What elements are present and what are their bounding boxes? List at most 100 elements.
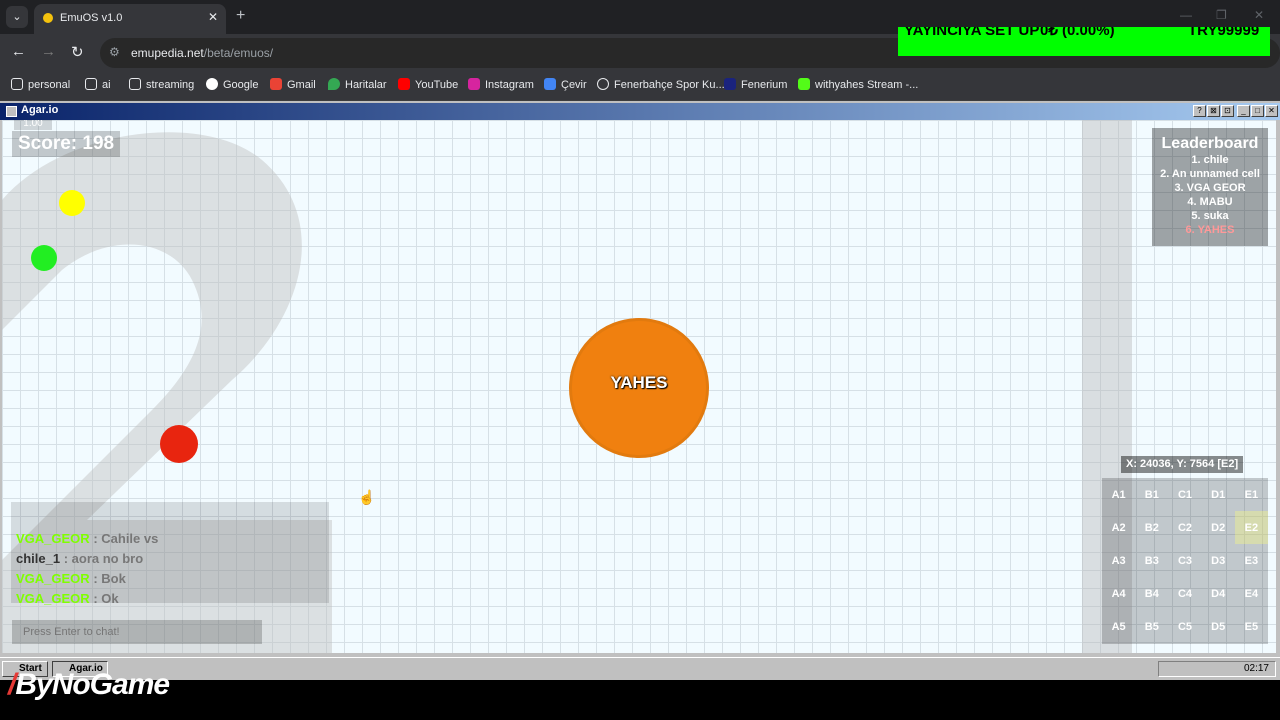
- chat-username: VGA_GEOR: [16, 591, 90, 606]
- minimap-cell: A2: [1111, 521, 1126, 534]
- minimap-cell: D3: [1211, 554, 1226, 567]
- bookmark-fenerium[interactable]: Fenerium: [724, 78, 787, 91]
- restore-icon[interactable]: ⊡: [1221, 105, 1234, 117]
- bookmark-gmail[interactable]: Gmail: [270, 78, 316, 91]
- emuos-favicon-icon: [43, 13, 53, 23]
- minimap-cell: C2: [1177, 521, 1193, 534]
- help-icon[interactable]: ?: [1193, 105, 1206, 117]
- bookmark-personal[interactable]: personal: [11, 78, 70, 91]
- url-domain: emupedia.net: [131, 46, 204, 60]
- maps-icon: [328, 78, 340, 90]
- chat-text: : aora no bro: [63, 551, 144, 566]
- leaderboard: Leaderboard 1. chile 2. An unnamed cell …: [1152, 128, 1268, 246]
- clock: 02:17: [1243, 663, 1269, 674]
- minimap-cell: A1: [1111, 488, 1126, 501]
- food-pellet: [31, 245, 57, 271]
- minimap-cell: A4: [1111, 588, 1126, 601]
- leaderboard-entry: 2. An unnamed cell: [1160, 168, 1260, 180]
- minimap-cell: C5: [1177, 621, 1193, 634]
- minimap-cell: B4: [1144, 588, 1159, 601]
- chat-text: : Bok: [93, 571, 126, 586]
- chat-username: VGA_GEOR: [16, 531, 90, 546]
- back-arrow-icon[interactable]: ←: [11, 43, 26, 60]
- minimap-cell: C4: [1177, 588, 1193, 601]
- agario-window: Agar.io ? ⊠ ⊡ _ □ ✕ 1.00 Score: 198 YAHES Lea…: [0, 101, 1280, 657]
- position-coordinates: X: 24036, Y: 7564 [E2]: [1121, 456, 1244, 473]
- logo-text: ByNoGame: [15, 668, 170, 701]
- address-url[interactable]: emupedia.net/beta/emuos/: [131, 46, 273, 60]
- browser-chrome: ⌄ EmuOS v1.0 ✕ + — ❐ ✕ ← → ↻ ⚙ emupedia.…: [0, 0, 1280, 101]
- minimap-cell: E1: [1244, 488, 1259, 501]
- food-pellet: [59, 190, 85, 216]
- minimap-cell: E4: [1244, 588, 1259, 601]
- hand-cursor-icon: ☝: [358, 489, 376, 505]
- new-tab-button[interactable]: +: [236, 7, 245, 25]
- chat-input[interactable]: [12, 620, 262, 644]
- kick-icon: [798, 78, 810, 90]
- stream-overlay-goal: TRY99999: [1188, 27, 1260, 39]
- tab-close-icon[interactable]: ✕: [208, 10, 218, 24]
- bookmark-cevir[interactable]: Çevir: [544, 78, 587, 91]
- window-title: Agar.io: [21, 104, 59, 116]
- minimap-cell: B2: [1144, 521, 1159, 534]
- leaderboard-entry: 4. MABU: [1187, 196, 1233, 208]
- maximize-icon[interactable]: □: [1251, 105, 1264, 117]
- minimap-cell: D4: [1211, 588, 1226, 601]
- leaderboard-entry: 5. suka: [1191, 210, 1229, 222]
- chat-username: chile_1: [16, 551, 61, 566]
- bookmark-google[interactable]: Google: [206, 78, 258, 91]
- close-window-icon[interactable]: ✕: [1254, 8, 1264, 22]
- window-titlebar[interactable]: Agar.io ? ⊠ ⊡ _ □ ✕: [0, 103, 1280, 120]
- bynogame-logo: /ByNoGame: [8, 668, 170, 702]
- minimap-cell: A3: [1111, 554, 1126, 567]
- leaderboard-entry: 3. VGA GEOR: [1174, 182, 1246, 194]
- gmail-icon: [270, 78, 282, 90]
- food-pellet: [160, 425, 198, 463]
- bookmark-streaming[interactable]: streaming: [129, 78, 194, 91]
- minimap-cell: B3: [1144, 554, 1159, 567]
- minimap-cell: D2: [1211, 521, 1226, 534]
- forward-arrow-icon[interactable]: →: [41, 43, 56, 60]
- bookmark-instagram[interactable]: Instagram: [468, 78, 534, 91]
- minimap: A1 B1 C1 D1 E1 A2 B2 C2 D2 E2 A3 B3 C3 D3 E3 A4 B4 C4 D4 E4…: [1102, 478, 1268, 644]
- tab-search-button[interactable]: ⌄: [6, 6, 28, 28]
- tab-emuos[interactable]: EmuOS v1.0 ✕: [34, 4, 226, 34]
- leaderboard-entry-self: 6. YAHES: [1185, 224, 1235, 236]
- bookmark-haritalar[interactable]: Haritalar: [328, 78, 387, 91]
- fullscreen-icon[interactable]: ⊠: [1207, 105, 1220, 117]
- minimap-cell: C3: [1177, 554, 1193, 567]
- fenerium-icon: [724, 78, 736, 90]
- site-info-icon[interactable]: ⚙: [109, 45, 120, 59]
- chat-message: VGA_GEOR : Bok: [16, 571, 126, 586]
- close-icon[interactable]: ✕: [1265, 105, 1278, 117]
- minimap-cell: E5: [1244, 621, 1259, 634]
- url-path: /beta/emuos/: [203, 46, 274, 60]
- stream-donation-overlay: YAYINCIYA SET UP 0₺ (0.00%) TRY99999: [898, 27, 1270, 56]
- folder-icon: [11, 78, 23, 90]
- minimap-cell: D1: [1211, 488, 1226, 501]
- bookmark-fenerbahce[interactable]: Fenerbahçe Spor Ku...: [597, 78, 725, 91]
- minimap-cell: D5: [1211, 621, 1226, 634]
- player-name: YAHES: [610, 373, 668, 392]
- stream-overlay-left-text: YAYINCIYA SET UP: [904, 27, 1040, 39]
- game-canvas[interactable]: 1.00 Score: 198 YAHES Leaderboard 1. chi…: [2, 120, 1276, 653]
- minimap-cell: E2: [1234, 511, 1268, 545]
- taskbar: Start Agar.io 02:17: [0, 657, 1280, 680]
- version-label: 1.00: [14, 120, 52, 130]
- bookmark-youtube[interactable]: YouTube: [398, 78, 458, 91]
- maximize-window-icon[interactable]: ❐: [1216, 8, 1227, 22]
- instagram-icon: [468, 78, 480, 90]
- watermark-bar: /ByNoGame: [0, 668, 1280, 720]
- bookmark-ai[interactable]: ai: [85, 78, 111, 91]
- chat-text: : Ok: [93, 591, 119, 606]
- score-display: Score: 198: [12, 131, 121, 157]
- bookmarks-bar: personal ai streaming Google Gmail Harit…: [0, 72, 1280, 101]
- minimap-cell: A5: [1111, 621, 1126, 634]
- reload-icon[interactable]: ↻: [71, 43, 84, 61]
- minimize-icon[interactable]: _: [1237, 105, 1250, 117]
- chat-message: VGA_GEOR : Ok: [16, 591, 119, 606]
- minimize-window-icon[interactable]: —: [1180, 8, 1192, 22]
- minimap-cell: B1: [1144, 488, 1159, 501]
- bookmark-withyahes-stream[interactable]: withyahes Stream -...: [798, 78, 918, 91]
- agario-app-icon: [6, 106, 17, 117]
